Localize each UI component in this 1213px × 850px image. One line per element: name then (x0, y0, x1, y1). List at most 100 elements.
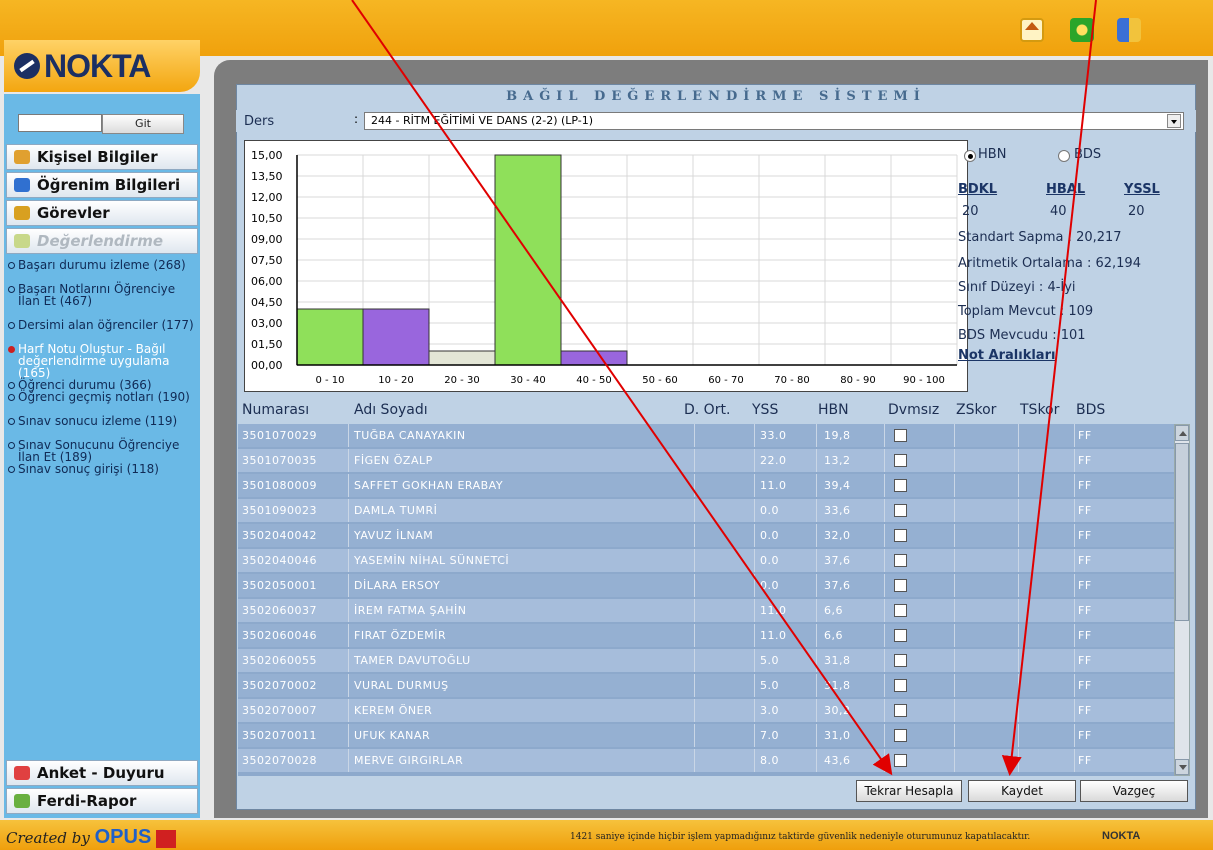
cell-yss: 0.0 (760, 554, 779, 567)
grade-ranges-link[interactable]: Not Aralıkları (958, 348, 1055, 363)
absence-checkbox[interactable] (894, 429, 907, 442)
radio-bds[interactable] (1058, 150, 1070, 162)
absence-checkbox[interactable] (894, 479, 907, 492)
scroll-down-icon[interactable] (1175, 759, 1189, 775)
search-input[interactable] (18, 114, 102, 132)
class-level: Sınıf Düzeyi : 4-İyi (958, 280, 1076, 295)
recalculate-button[interactable]: Tekrar Hesapla (856, 780, 962, 802)
sub-item[interactable]: Sınav Sonucunu Öğrenciye İlan Et (189) (8, 439, 200, 463)
absence-checkbox[interactable] (894, 679, 907, 692)
cell-numara: 3502060037 (242, 604, 317, 617)
column-divider (694, 624, 695, 647)
column-divider (816, 474, 817, 497)
column-divider (1018, 699, 1019, 722)
radio-hbn[interactable] (964, 150, 976, 162)
cell-bds: FF (1078, 504, 1092, 517)
chevron-down-icon[interactable] (1167, 114, 1181, 128)
x-tick-label: 0 - 10 (315, 375, 344, 386)
menu-label: Kişisel Bilgiler (37, 148, 158, 166)
table-scrollbar[interactable] (1174, 424, 1190, 776)
course-colon: : (354, 112, 359, 126)
column-divider (816, 749, 817, 772)
save-button[interactable]: Kaydet (968, 780, 1076, 802)
y-tick-label: 04,50 (251, 296, 283, 309)
cell-yss: 3.0 (760, 704, 779, 717)
sub-item[interactable]: Sınav sonucu izleme (119) (8, 415, 200, 439)
cell-hbn: 39,4 (824, 479, 851, 492)
cell-hbn: 31,8 (824, 679, 851, 692)
menu-degerlendirme[interactable]: Değerlendirme (6, 228, 198, 254)
absence-checkbox[interactable] (894, 504, 907, 517)
cell-yss: 11.0 (760, 479, 787, 492)
menu-gorevler[interactable]: Görevler (6, 200, 198, 226)
exit-icon[interactable] (1117, 18, 1141, 42)
menu-kisisel-bilgiler[interactable]: Kişisel Bilgiler (6, 144, 198, 170)
histogram-svg: 00,00 01,50 03,00 04,50 06,00 07,50 09,00 10,50… (251, 149, 958, 386)
cell-name: UFUK KANAR (354, 729, 431, 742)
column-divider (1018, 524, 1019, 547)
column-divider (954, 474, 955, 497)
cell-numara: 3502070028 (242, 754, 317, 767)
sub-item[interactable]: Sınav sonuç girişi (118) (8, 463, 200, 475)
cell-bds: FF (1078, 679, 1092, 692)
refresh-icon[interactable] (1070, 18, 1094, 42)
histogram-bar (362, 308, 430, 366)
absence-checkbox[interactable] (894, 604, 907, 617)
sub-item[interactable]: Öğrenci geçmiş notları (190) (8, 391, 200, 415)
cell-name: DAMLA TUMRİ (354, 504, 438, 517)
course-select[interactable]: 244 - RİTM EĞİTİMİ VE DANS (2-2) (LP-1) (364, 112, 1184, 130)
tasks-icon (14, 206, 30, 220)
column-divider (754, 499, 755, 522)
column-divider (1018, 724, 1019, 747)
absence-checkbox[interactable] (894, 629, 907, 642)
absence-checkbox[interactable] (894, 754, 907, 767)
column-divider (1074, 724, 1075, 747)
column-divider (816, 724, 817, 747)
absence-checkbox[interactable] (894, 554, 907, 567)
scroll-thumb[interactable] (1175, 443, 1189, 621)
column-divider (954, 599, 955, 622)
scroll-up-icon[interactable] (1175, 425, 1189, 441)
col-tskor: TSkor (1020, 402, 1060, 418)
table-row: 3501070035 FİGEN ÖZALP 22.0 13,2 FF (238, 449, 1174, 472)
home-icon[interactable] (1020, 18, 1044, 42)
session-timeout-message: 1421 saniye içinde hiçbir işlem yapmadığ… (570, 832, 1031, 842)
column-divider (754, 674, 755, 697)
table-row: 3502070011 UFUK KANAR 7.0 31,0 FF (238, 724, 1174, 747)
absence-checkbox[interactable] (894, 729, 907, 742)
column-divider (754, 449, 755, 472)
sub-item[interactable]: Başarı durumu izleme (268) (8, 259, 200, 283)
opus-logo-icon (156, 830, 177, 848)
column-divider (1018, 624, 1019, 647)
absence-checkbox[interactable] (894, 454, 907, 467)
column-divider (954, 574, 955, 597)
column-divider (1074, 599, 1075, 622)
column-divider (1018, 599, 1019, 622)
column-divider (884, 724, 885, 747)
absence-checkbox[interactable] (894, 704, 907, 717)
cell-name: KEREM ÖNER (354, 704, 433, 717)
absence-checkbox[interactable] (894, 529, 907, 542)
menu-ferdi-rapor[interactable]: Ferdi-Rapor (6, 788, 198, 814)
cell-name: FİGEN ÖZALP (354, 454, 433, 467)
sub-item-active[interactable]: Harf Notu Oluştur - Bağıl değerlendirme … (8, 343, 200, 379)
y-tick-label: 15,00 (251, 149, 283, 162)
table-row: 3502070028 MERVE GIRGIRLAR 8.0 43,6 FF (238, 749, 1174, 772)
column-divider (954, 524, 955, 547)
opus-brand: OPUS (94, 826, 152, 848)
table-row: 3502060055 TAMER DAVUTOĞLU 5.0 31,8 FF (238, 649, 1174, 672)
sub-item[interactable]: Başarı Notlarını Öğrenciye İlan Et (467) (8, 283, 200, 319)
col-zskor: ZSkor (956, 402, 997, 418)
menu-ogrenim-bilgileri[interactable]: Öğrenim Bilgileri (6, 172, 198, 198)
menu-anket-duyuru[interactable]: Anket - Duyuru (6, 760, 198, 786)
cancel-button[interactable]: Vazgeç (1080, 780, 1188, 802)
absence-checkbox[interactable] (894, 654, 907, 667)
absence-checkbox[interactable] (894, 579, 907, 592)
bds-count: BDS Mevcudu : 101 (958, 328, 1086, 343)
cell-bds: FF (1078, 754, 1092, 767)
git-button[interactable]: Git (102, 114, 184, 134)
cell-numara: 3502070007 (242, 704, 317, 717)
column-divider (348, 449, 349, 472)
menu-label: Değerlendirme (37, 232, 164, 250)
sub-item[interactable]: Dersimi alan öğrenciler (177) (8, 319, 200, 343)
